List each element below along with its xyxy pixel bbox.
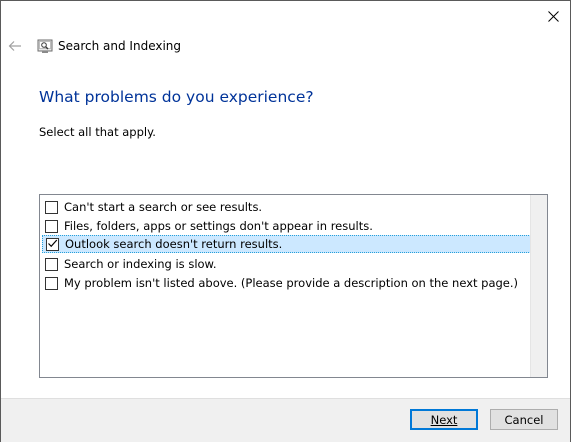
problem-item-files-not-in-results[interactable]: Files, folders, apps or settings don't a… <box>42 217 531 235</box>
problem-item-outlook-search[interactable]: Outlook search doesn't return results. <box>42 235 531 253</box>
problem-list[interactable]: Can't start a search or see results. Fil… <box>39 194 548 378</box>
next-button-label: Next <box>430 412 458 427</box>
checkbox-checked[interactable] <box>46 237 59 251</box>
problem-item-cant-start-search[interactable]: Can't start a search or see results. <box>42 198 531 216</box>
close-icon <box>547 10 559 22</box>
back-arrow-icon <box>8 41 21 51</box>
close-button[interactable] <box>535 0 571 32</box>
checkbox[interactable] <box>45 200 58 214</box>
back-button[interactable] <box>6 38 24 54</box>
problem-label: Outlook search doesn't return results. <box>65 237 283 251</box>
problem-item-slow-indexing[interactable]: Search or indexing is slow. <box>42 255 531 273</box>
checkbox[interactable] <box>45 276 58 290</box>
problem-label: My problem isn't listed above. (Please p… <box>64 276 519 290</box>
search-indexing-troubleshooter-icon <box>37 39 53 53</box>
problem-label: Files, folders, apps or settings don't a… <box>64 219 373 233</box>
checkbox[interactable] <box>45 219 58 233</box>
footer-bar <box>1 398 570 442</box>
problem-label: Can't start a search or see results. <box>64 200 263 214</box>
next-button[interactable]: Next <box>410 409 478 430</box>
instruction-text: Select all that apply. <box>39 125 156 139</box>
cancel-button[interactable]: Cancel <box>490 409 558 430</box>
vertical-scrollbar[interactable] <box>530 195 547 377</box>
page-heading: What problems do you experience? <box>39 88 314 106</box>
checkmark-icon <box>48 239 58 247</box>
window-title: Search and Indexing <box>58 39 182 53</box>
checkbox[interactable] <box>45 257 58 271</box>
problem-label: Search or indexing is slow. <box>64 257 217 271</box>
problem-item-not-listed[interactable]: My problem isn't listed above. (Please p… <box>42 274 531 292</box>
